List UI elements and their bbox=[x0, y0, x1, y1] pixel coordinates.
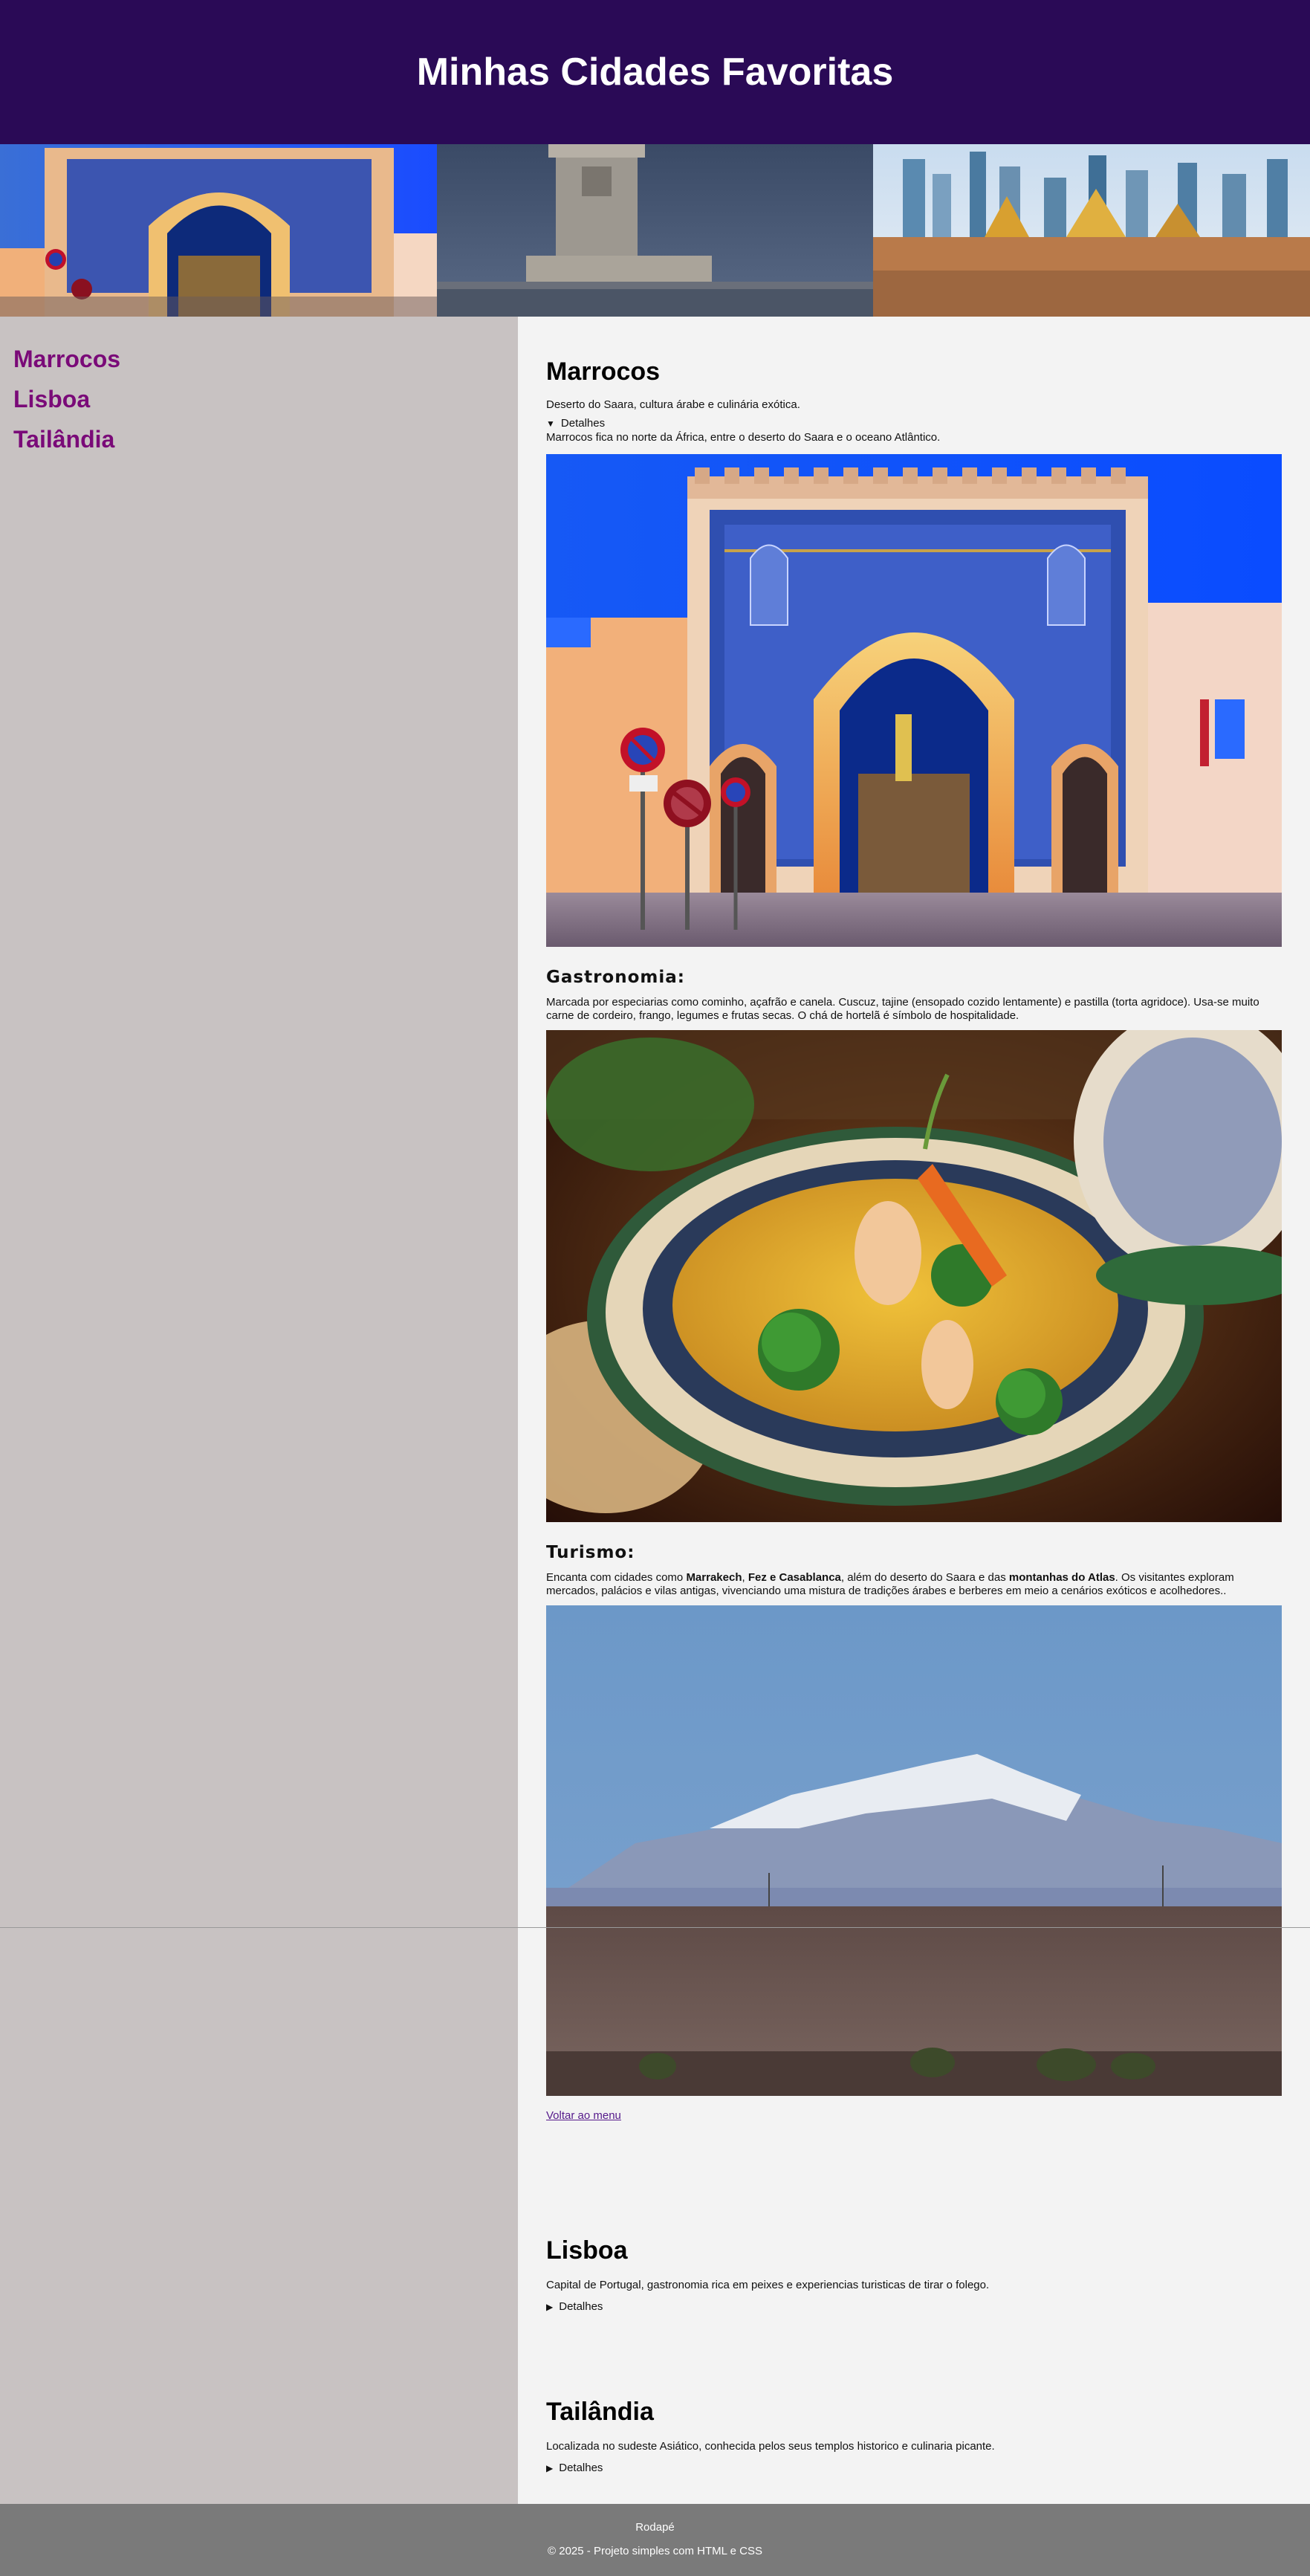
atlas-mountains-image bbox=[546, 1605, 1282, 2096]
site-footer: Rodapé © 2025 - Projeto simples com HTML… bbox=[0, 2504, 1310, 2576]
triangle-right-icon: ▶ bbox=[546, 2462, 554, 2473]
main-content: Marrocos Deserto do Saara, cultura árabe… bbox=[518, 317, 1310, 2504]
banner-image-tailandia bbox=[873, 144, 1310, 317]
sidebar-nav: Marrocos Lisboa Tailândia bbox=[0, 317, 518, 452]
footer-copyright: © 2025 - Projeto simples com HTML e CSS bbox=[548, 2545, 762, 2557]
site-header: Minhas Cidades Favoritas bbox=[0, 0, 1310, 144]
section-lead: Capital de Portugal, gastronomia rica em… bbox=[546, 2279, 990, 2291]
section-marrocos: Marrocos Deserto do Saara, cultura árabe… bbox=[546, 357, 1282, 2123]
section-title: Marrocos bbox=[546, 357, 661, 386]
turismo-bold-fez-casablanca: Fez e Casablanca bbox=[748, 1571, 841, 1584]
turismo-text-part: , bbox=[742, 1571, 748, 1584]
tajine-couscous-image bbox=[546, 1030, 1282, 1522]
turismo-text-part: , além do deserto do Saara e das bbox=[840, 1571, 1009, 1584]
triangle-down-icon: ▼ bbox=[546, 418, 555, 429]
banner-image-lisboa bbox=[437, 144, 873, 317]
banner-strip bbox=[0, 144, 1310, 317]
turismo-bold-atlas: montanhas do Atlas bbox=[1008, 1571, 1115, 1584]
turismo-bold-marrakech: Marrakech bbox=[686, 1571, 742, 1584]
page-title: Minhas Cidades Favoritas bbox=[416, 51, 894, 94]
gate-illustration bbox=[546, 454, 1282, 947]
banner-image-marrocos bbox=[0, 144, 437, 317]
section-title: Tailândia bbox=[546, 2398, 654, 2426]
details-label: Detalhes bbox=[559, 2300, 603, 2313]
sidebar-item-marrocos[interactable]: Marrocos bbox=[13, 346, 518, 372]
section-tailandia: Tailândia Localizada no sudeste Asiático… bbox=[546, 2398, 1282, 2474]
gastronomia-text: Marcada por especiarias como cominho, aç… bbox=[546, 996, 1259, 1022]
bangkok-skyline-image bbox=[873, 144, 1310, 317]
back-to-menu-link[interactable]: Voltar ao menu bbox=[546, 2109, 621, 2122]
belem-tower-image bbox=[437, 144, 873, 317]
sidebar-item-lisboa[interactable]: Lisboa bbox=[13, 386, 518, 412]
sidebar: Marrocos Lisboa Tailândia bbox=[0, 317, 518, 2504]
horizontal-rule bbox=[0, 1927, 1310, 1928]
turismo-heading: Turismo: bbox=[546, 1543, 635, 1562]
section-lead: Deserto do Saara, cultura árabe e culiná… bbox=[546, 398, 800, 411]
footer-title: Rodapé bbox=[635, 2521, 675, 2534]
triangle-right-icon: ▶ bbox=[546, 2301, 554, 2312]
turismo-text-part: Encanta com cidades como bbox=[546, 1571, 687, 1584]
details-toggle[interactable]: ▶ Detalhes bbox=[546, 2462, 1282, 2474]
morocco-gate-image bbox=[546, 454, 1282, 947]
section-lisboa: Lisboa Capital de Portugal, gastronomia … bbox=[546, 2236, 1282, 2313]
mountains-illustration bbox=[546, 1605, 1282, 2096]
tajine-illustration bbox=[546, 1030, 1282, 1522]
details-text: Marrocos fica no norte da África, entre … bbox=[546, 431, 941, 444]
turismo-text: Encanta com cidades como Marrakech, Fez … bbox=[546, 1571, 1282, 1598]
section-lead: Localizada no sudeste Asiático, conhecid… bbox=[546, 2440, 995, 2453]
details-toggle[interactable]: ▼ Detalhes bbox=[546, 417, 1282, 430]
morocco-gate-image bbox=[0, 144, 437, 317]
section-title: Lisboa bbox=[546, 2236, 628, 2265]
gastronomia-heading: Gastronomia: bbox=[546, 968, 685, 987]
details-label: Detalhes bbox=[559, 2462, 603, 2474]
details-label: Detalhes bbox=[560, 417, 606, 430]
sidebar-item-tailandia[interactable]: Tailândia bbox=[13, 427, 518, 452]
details-toggle[interactable]: ▶ Detalhes bbox=[546, 2300, 1282, 2313]
